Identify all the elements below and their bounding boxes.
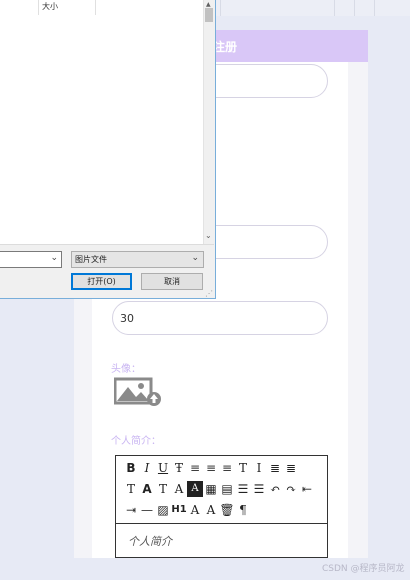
divider — [0, 244, 214, 245]
open-button[interactable]: 打开(O) — [71, 273, 132, 290]
toolbar-row: T A T A A ▦ ▤ ☰ ☰ ↶ ↷ ⇤ — [123, 480, 315, 498]
editor-content[interactable]: 个人简介 — [128, 533, 172, 549]
heading-icon[interactable]: H1 — [171, 502, 187, 518]
watermark: CSDN @程序员阿龙 — [322, 564, 405, 574]
age-value: 30 — [120, 312, 134, 325]
align-center-icon[interactable]: ≡ — [203, 460, 219, 476]
paste-icon[interactable]: ▤ — [219, 481, 235, 497]
date-icon[interactable]: ▦ — [203, 481, 219, 497]
avatar-label: 头像： — [111, 364, 141, 375]
font-size-icon[interactable]: A — [139, 481, 155, 497]
font-family-icon[interactable]: T — [155, 481, 171, 497]
file-list-scrollbar[interactable]: ▲ ⌄ — [203, 0, 214, 244]
scroll-up-icon[interactable]: ▲ — [206, 1, 211, 8]
indent-icon[interactable]: ≣ — [267, 460, 283, 476]
underline-icon[interactable]: U — [155, 460, 171, 476]
subscript-icon[interactable]: A — [187, 502, 203, 518]
line-height-icon[interactable]: I — [251, 460, 267, 476]
scroll-down-icon[interactable]: ⌄ — [205, 231, 212, 240]
form-title: 注册 — [213, 40, 238, 54]
background-color-icon[interactable]: A — [187, 481, 203, 497]
text-direction-icon[interactable]: T — [235, 460, 251, 476]
horizontal-rule-icon[interactable]: — — [139, 502, 155, 518]
align-right-icon[interactable]: ≡ — [219, 460, 235, 476]
format-block-icon[interactable]: ≣ — [283, 460, 299, 476]
background-cell — [334, 0, 355, 16]
background-cell — [374, 0, 410, 16]
italic-icon[interactable]: I — [139, 460, 155, 476]
image-icon[interactable]: ▨ — [155, 502, 171, 518]
paragraph-icon[interactable]: ¶ — [235, 502, 251, 518]
clear-format-icon[interactable]: T — [123, 481, 139, 497]
file-type-value: 图片文件 — [75, 255, 107, 264]
indent-right-icon[interactable]: ⇥ — [123, 502, 139, 518]
redo-icon[interactable]: ↷ — [283, 481, 299, 497]
toolbar-row: B I U Ŧ ≡ ≡ ≡ T I ≣ ≣ — [123, 459, 299, 477]
background-cell — [220, 0, 335, 16]
align-left-icon[interactable]: ≡ — [187, 460, 203, 476]
bold-icon[interactable]: B — [123, 460, 139, 476]
superscript-icon[interactable]: A — [203, 502, 219, 518]
file-name-input[interactable]: ⌄ — [0, 251, 62, 268]
scrollbar-thumb[interactable] — [205, 8, 213, 22]
outdent-icon[interactable]: ⇤ — [299, 481, 315, 497]
background-cell — [354, 0, 375, 16]
delete-icon[interactable]: 🗑 — [219, 502, 235, 518]
file-list[interactable]: 大小 — [0, 0, 203, 244]
strikethrough-icon[interactable]: Ŧ — [171, 460, 187, 476]
column-header-size[interactable]: 大小 — [38, 0, 96, 15]
editor-toolbar: B I U Ŧ ≡ ≡ ≡ T I ≣ ≣ T A T A A ▦ ▤ ☰ ☰ ↶ ↷ ⇤ ⇥ — ▨ H1 A A 🗑 ¶ — [116, 456, 327, 524]
file-open-dialog: 大小 ▲ ⌄ ⌄ 图片文件 ⌄ 打开(O) 取消 ⋰ — [0, 0, 216, 299]
ordered-list-icon[interactable]: ☰ — [235, 481, 251, 497]
avatar-upload[interactable] — [113, 377, 162, 407]
resize-grip-icon[interactable]: ⋰ — [205, 289, 213, 298]
font-color-icon[interactable]: A — [171, 481, 187, 497]
undo-icon[interactable]: ↶ — [267, 481, 283, 497]
chevron-down-icon[interactable]: ⌄ — [191, 253, 199, 263]
toolbar-row: ⇥ — ▨ H1 A A 🗑 ¶ — [123, 501, 251, 519]
image-upload-icon — [113, 377, 161, 406]
file-type-select[interactable]: 图片文件 ⌄ — [71, 251, 204, 268]
intro-label: 个人简介： — [111, 436, 161, 447]
cancel-button[interactable]: 取消 — [141, 273, 203, 290]
unordered-list-icon[interactable]: ☰ — [251, 481, 267, 497]
chevron-down-icon[interactable]: ⌄ — [50, 253, 58, 263]
age-field[interactable] — [112, 301, 328, 335]
